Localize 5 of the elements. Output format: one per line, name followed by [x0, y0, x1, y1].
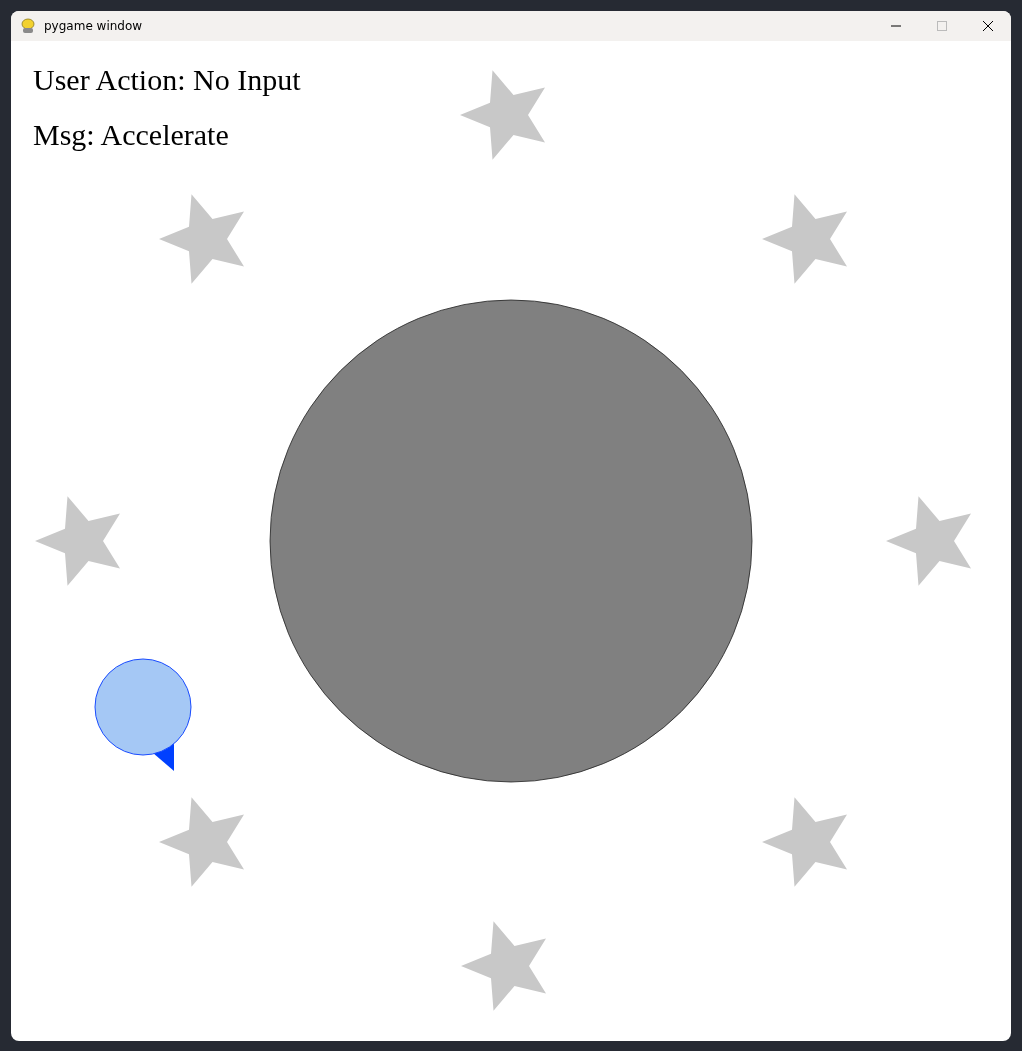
hud-text: User Action: No Input — [33, 63, 301, 96]
close-icon — [982, 20, 994, 32]
hud-text: Msg: Accelerate — [33, 118, 229, 151]
window-title: pygame window — [44, 19, 143, 33]
maximize-icon — [937, 21, 947, 31]
